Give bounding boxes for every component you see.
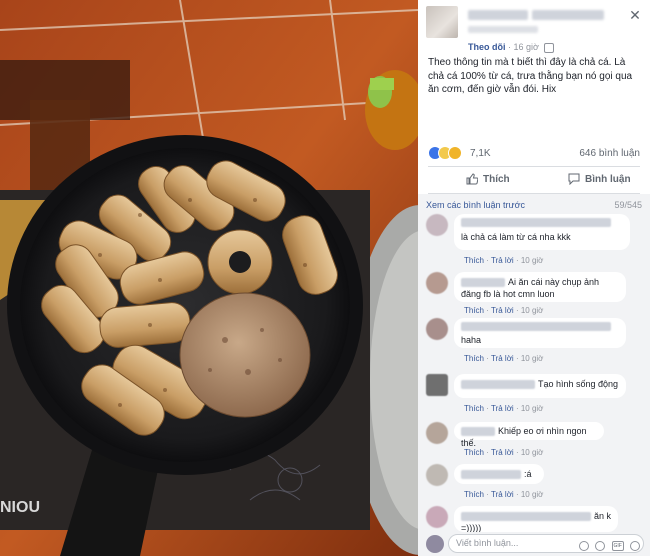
close-icon[interactable]: ✕	[628, 8, 642, 22]
comment-text: là chả cá làm từ cá nha kkk	[461, 232, 571, 242]
reactions-bar: 7,1K 646 bình luận	[428, 145, 640, 161]
comment-bubble: ăn k =)))))	[454, 506, 618, 533]
comment-reply-link[interactable]: Trả lời	[491, 404, 514, 413]
comment-time[interactable]: 10 giờ	[521, 448, 544, 457]
comment-item: là chả cá làm từ cá nha kkk Thích · Trả …	[426, 214, 642, 268]
post-actions: Thích Bình luận	[428, 166, 640, 194]
comment-like-link[interactable]: Thích	[464, 490, 484, 499]
comment-item: Tạo hình sống động Thích · Trả lời · 10 …	[426, 374, 642, 414]
comment-reply-link[interactable]: Trả lời	[491, 490, 514, 499]
comment-meta: Thích · Trả lời · 10 giờ	[464, 256, 544, 265]
follow-link[interactable]: Theo dõi	[468, 42, 506, 52]
comment-meta: Thích · Trả lời · 10 giờ	[464, 306, 544, 315]
comment-like-link[interactable]: Thích	[464, 306, 484, 315]
sad-reaction-icon	[448, 146, 462, 160]
comment-item: :á Thích · Trả lời · 10 giờ	[426, 464, 642, 504]
author-name[interactable]	[468, 10, 528, 20]
comment-time[interactable]: 10 giờ	[521, 404, 544, 413]
comment-text: haha	[461, 335, 482, 345]
comment-bubble: Tạo hình sống động	[454, 374, 626, 398]
gif-icon[interactable]: GIF	[611, 540, 624, 551]
follow-row: Theo dõi · 16 giờ	[468, 42, 555, 53]
like-button[interactable]: Thích	[466, 167, 510, 193]
comment-meta: Thích · Trả lời · 10 giờ	[464, 448, 544, 457]
thumbs-up-icon	[466, 173, 478, 185]
comment-button[interactable]: Bình luận	[568, 167, 631, 193]
comment-bubble: là chả cá làm từ cá nha kkk	[454, 214, 630, 250]
globe-icon	[544, 42, 555, 53]
comment-like-link[interactable]: Thích	[464, 404, 484, 413]
post-time[interactable]: 16 giờ	[514, 42, 539, 52]
commenter-avatar[interactable]	[426, 272, 448, 294]
commenter-name[interactable]	[461, 322, 611, 331]
post-photo[interactable]: NIOU	[0, 0, 418, 556]
comment-like-link[interactable]: Thích	[464, 448, 484, 457]
comment-time[interactable]: 10 giờ	[521, 490, 544, 499]
commenter-avatar[interactable]	[426, 422, 448, 444]
comment-reply-link[interactable]: Trả lời	[491, 256, 514, 265]
comment-reply-link[interactable]: Trả lời	[491, 448, 514, 457]
commenter-avatar[interactable]	[426, 374, 448, 396]
comment-label: Bình luận	[585, 174, 631, 185]
author-avatar[interactable]	[426, 6, 458, 38]
commenter-avatar[interactable]	[426, 506, 448, 528]
comment-text: :á	[524, 469, 532, 479]
comment-meta: Thích · Trả lời · 10 giờ	[464, 490, 544, 499]
comment-count[interactable]: 646 bình luận	[579, 148, 640, 159]
comment-meta: Thích · Trả lời · 10 giờ	[464, 354, 544, 363]
comment-reply-link[interactable]: Trả lời	[491, 354, 514, 363]
write-comment-bar: Viết bình luận... GIF	[418, 532, 650, 556]
shared-from-name[interactable]	[532, 10, 604, 20]
commenter-name[interactable]	[461, 218, 611, 227]
commenter-name[interactable]	[461, 512, 591, 522]
comment-bubble: :á	[454, 464, 544, 484]
camera-icon[interactable]	[595, 540, 606, 551]
commenter-avatar[interactable]	[426, 464, 448, 486]
comment-like-link[interactable]: Thích	[464, 256, 484, 265]
view-previous-comments[interactable]: Xem các bình luận trước	[426, 200, 525, 210]
commenter-name[interactable]	[461, 470, 521, 480]
comment-time[interactable]: 10 giờ	[521, 256, 544, 265]
comment-time[interactable]: 10 giờ	[521, 354, 544, 363]
comment-time[interactable]: 10 giờ	[521, 306, 544, 315]
current-user-avatar	[426, 535, 444, 553]
comment-bubble-icon	[568, 173, 580, 186]
pan-brand-text: NIOU	[0, 499, 40, 516]
comment-bubble: haha	[454, 318, 626, 348]
fried-fish-cakes-image: NIOU	[0, 0, 418, 556]
commenter-name[interactable]	[461, 427, 495, 437]
sticker-icon[interactable]	[630, 540, 640, 551]
post-text: Theo thông tin mà t biết thì đây là chả …	[428, 57, 633, 95]
comment-bubble: Ai ăn cái này chụp ảnh đăng fb là hot cm…	[454, 272, 626, 302]
comment-item: Khiếp eo ơi nhìn ngon thế. Thích · Trả l…	[426, 422, 642, 462]
commenter-avatar[interactable]	[426, 214, 448, 236]
post-panel: ✕ Theo dõi · 16 giờ Theo thông tin mà t …	[418, 0, 650, 556]
comment-reply-link[interactable]: Trả lời	[491, 306, 514, 315]
reaction-count[interactable]: 7,1K	[470, 148, 491, 159]
commenter-name[interactable]	[461, 278, 505, 288]
comment-meta: Thích · Trả lời · 10 giờ	[464, 404, 544, 413]
post-header: ✕ Theo dõi · 16 giờ	[426, 6, 642, 53]
comment-item: ăn k =)))))	[426, 506, 642, 534]
comment-tools: GIF	[576, 538, 640, 551]
emoji-icon[interactable]	[578, 540, 589, 551]
comment-like-link[interactable]: Thích	[464, 354, 484, 363]
comment-bubble: Khiếp eo ơi nhìn ngon thế.	[454, 422, 604, 448]
comment-text: Tạo hình sống động	[538, 379, 619, 389]
commenter-avatar[interactable]	[426, 318, 448, 340]
comment-item: haha Thích · Trả lời · 10 giờ	[426, 318, 642, 363]
reaction-icons[interactable]	[428, 146, 462, 160]
commenter-name[interactable]	[461, 380, 535, 390]
comments-area: Xem các bình luận trước 59/545 là chả cá…	[418, 194, 650, 556]
like-label: Thích	[483, 174, 510, 185]
author-subline	[468, 26, 538, 33]
comments-page-count: 59/545	[614, 200, 642, 210]
comment-item: Ai ăn cái này chụp ảnh đăng fb là hot cm…	[426, 272, 642, 316]
